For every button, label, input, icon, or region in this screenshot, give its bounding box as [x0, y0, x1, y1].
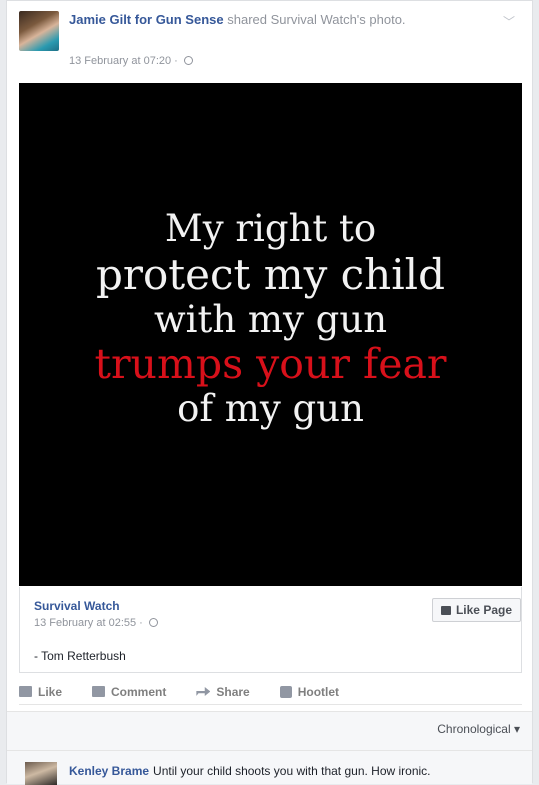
commenter-avatar[interactable] — [25, 762, 57, 785]
comment-label: Comment — [111, 684, 167, 699]
like-page-button[interactable]: Like Page — [431, 598, 521, 622]
commenter-name-link[interactable]: Kenley Brame — [69, 764, 149, 778]
hootlet-icon — [279, 685, 292, 698]
comment-text: Until your child shoots you with that gu… — [153, 764, 431, 778]
comment-item: Kenley Brame Until your child shoots you … — [69, 764, 431, 778]
post-header: Jamie Gilt for Gun Sense shared Survival… — [19, 9, 519, 69]
post-action-bar: Like Comment Share Hootlet — [19, 679, 522, 705]
image-text-line-5: of my gun — [177, 387, 364, 431]
share-button[interactable]: Share — [196, 684, 250, 699]
like-button[interactable]: Like — [19, 685, 62, 699]
post-author-line: Jamie Gilt for Gun Sense shared Survival… — [69, 11, 469, 28]
shared-caption: - Tom Retterbush — [34, 649, 126, 663]
shared-timestamp[interactable]: 13 February at 02:55 · — [34, 617, 143, 629]
shared-page-name-link[interactable]: Survival Watch — [34, 599, 120, 613]
post-timestamp-row: 13 February at 07:20 · — [69, 55, 193, 67]
hootlet-button[interactable]: Hootlet — [279, 684, 340, 699]
globe-icon — [148, 618, 158, 627]
like-label: Like — [38, 684, 63, 699]
comments-section: Chronological ▾ Kenley Brame Until your c… — [7, 711, 532, 785]
comment-sort-dropdown[interactable]: Chronological ▾ — [437, 722, 520, 736]
share-arrow-icon — [196, 687, 211, 696]
like-page-label: Like Page — [455, 603, 512, 617]
globe-icon — [183, 56, 193, 65]
image-text-line-2: protect my child — [96, 249, 445, 299]
image-text-line-1: My right to — [164, 206, 377, 250]
shared-timestamp-row: 13 February at 02:55 · — [34, 617, 158, 629]
chevron-down-icon[interactable]: ﹀ — [503, 13, 515, 30]
divider — [7, 750, 532, 751]
author-avatar[interactable] — [19, 11, 59, 51]
thumbs-up-icon — [19, 686, 32, 697]
comment-bubble-icon — [92, 686, 106, 697]
comment-button[interactable]: Comment — [92, 685, 166, 699]
shared-attribution: Survival Watch 13 February at 02:55 · - … — [19, 587, 522, 673]
share-label: Share — [216, 684, 250, 699]
share-action-text: shared Survival Watch's photo. — [227, 12, 406, 27]
author-name-link[interactable]: Jamie Gilt for Gun Sense — [69, 12, 224, 27]
image-text-line-3: with my gun — [153, 297, 388, 341]
post-card: Jamie Gilt for Gun Sense shared Survival… — [6, 0, 533, 785]
post-timestamp[interactable]: 13 February at 07:20 · — [69, 55, 178, 67]
hootlet-label: Hootlet — [297, 684, 340, 699]
thumbs-up-icon — [440, 605, 451, 615]
post-image[interactable]: My right to protect my child with my gun… — [19, 83, 522, 586]
image-text-line-4: trumps your fear — [94, 340, 447, 389]
